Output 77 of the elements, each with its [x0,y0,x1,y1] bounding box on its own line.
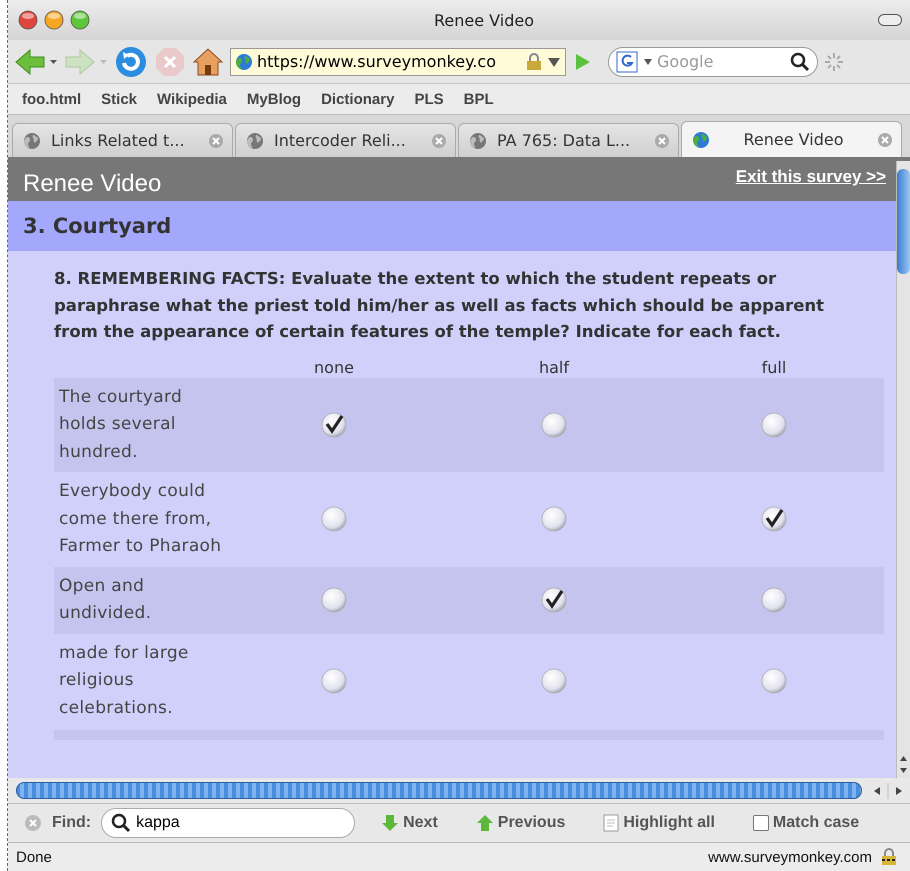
window-title: Renee Video [433,10,535,30]
stop-button[interactable] [154,46,186,78]
close-tab-icon[interactable] [654,132,670,148]
radio-button[interactable] [759,410,789,440]
bookmark-link[interactable]: foo.html [22,90,82,108]
lock-icon [525,52,543,70]
search-icon [111,813,132,833]
dropdown-icon[interactable] [644,58,652,64]
up-arrow-icon [476,814,494,832]
browser-tab[interactable]: PA 765: Data L... [458,123,679,157]
status-host: www.surveymonkey.com [708,848,872,866]
lock-icon [880,848,898,866]
match-case-checkbox[interactable]: Match case [752,814,860,832]
find-field[interactable]: kappa [101,808,356,838]
radio-button[interactable] [319,504,349,534]
zoom-button[interactable] [70,10,90,30]
row-label: The courtyard holds several hundred. [54,378,224,472]
close-button[interactable] [18,10,38,30]
column-header: none [313,356,355,378]
bookmark-link[interactable]: BPL [464,90,494,108]
radio-button[interactable] [759,585,789,615]
radio-button[interactable] [759,666,789,696]
browser-tab[interactable]: Renee Video [681,121,902,157]
browser-tab[interactable]: Links Related t... [12,123,233,157]
radio-button[interactable] [539,410,569,440]
highlight-all-button[interactable]: Highlight all [603,814,715,832]
close-icon[interactable] [24,814,42,832]
site-icon [235,52,253,70]
bookmark-link[interactable]: Wikipedia [157,90,227,108]
down-arrow-icon [381,814,400,832]
row-label: Open and undivided. [54,566,224,634]
radio-button[interactable] [319,585,349,615]
radio-button[interactable] [539,585,569,615]
close-tab-icon[interactable] [877,132,893,148]
status-text: Done [16,848,53,866]
row-label: made for large religious celebrations. [58,642,190,720]
forward-button[interactable] [64,46,108,76]
scrollbar-thumb[interactable] [897,169,910,274]
column-header: full [760,356,788,378]
radio-button[interactable] [759,504,789,534]
next-button[interactable]: Next [381,814,438,832]
bookmark-link[interactable]: Stick [101,90,138,108]
bookmark-link[interactable]: Dictionary [321,90,394,108]
globe-icon [469,132,487,150]
page-heading: 3. Courtyard [8,201,896,251]
minimize-button[interactable] [44,10,64,30]
exit-survey-link[interactable]: Exit this survey >> [736,161,886,201]
column-header: half [538,356,570,378]
back-button[interactable] [14,46,58,76]
globe-icon [23,132,41,150]
scrollbar-thumb[interactable] [16,782,862,799]
toolbar-toggle-button[interactable] [878,14,902,26]
radio-button[interactable] [539,666,569,696]
close-tab-icon[interactable] [208,132,224,148]
radio-button[interactable] [539,504,569,534]
find-label: Find: [52,814,92,832]
globe-icon [246,132,264,150]
loading-icon [824,52,844,72]
reload-button[interactable] [114,44,148,78]
previous-button[interactable]: Previous [476,814,566,832]
bookmark-link[interactable]: MyBlog [246,90,302,108]
google-icon[interactable] [616,50,640,72]
address-field[interactable]: https://www.surveymonkey.co [230,48,566,76]
survey-title: Renee Video [23,170,162,199]
document-icon [603,814,620,832]
bookmark-link[interactable]: PLS [414,90,444,108]
radio-button[interactable] [319,410,349,440]
browser-tab[interactable]: Intercoder Reli... [235,123,456,157]
search-field[interactable]: Google [608,46,818,76]
radio-button[interactable] [319,666,349,696]
dropdown-icon[interactable] [547,56,561,68]
globe-icon [692,130,710,148]
close-tab-icon[interactable] [431,132,447,148]
home-button[interactable] [192,46,224,78]
row-label: Everybody could come there from, Farmer to Pharaoh [58,480,222,558]
question-text: 8. REMEMBERING FACTS: Evaluate the extent to which the student repeats or paraphrase what the priest told him/her as well as facts which should be apparent from the appearance of certain features of the temple? Indicate for each fact. [53,268,826,343]
search-icon[interactable] [790,52,810,72]
